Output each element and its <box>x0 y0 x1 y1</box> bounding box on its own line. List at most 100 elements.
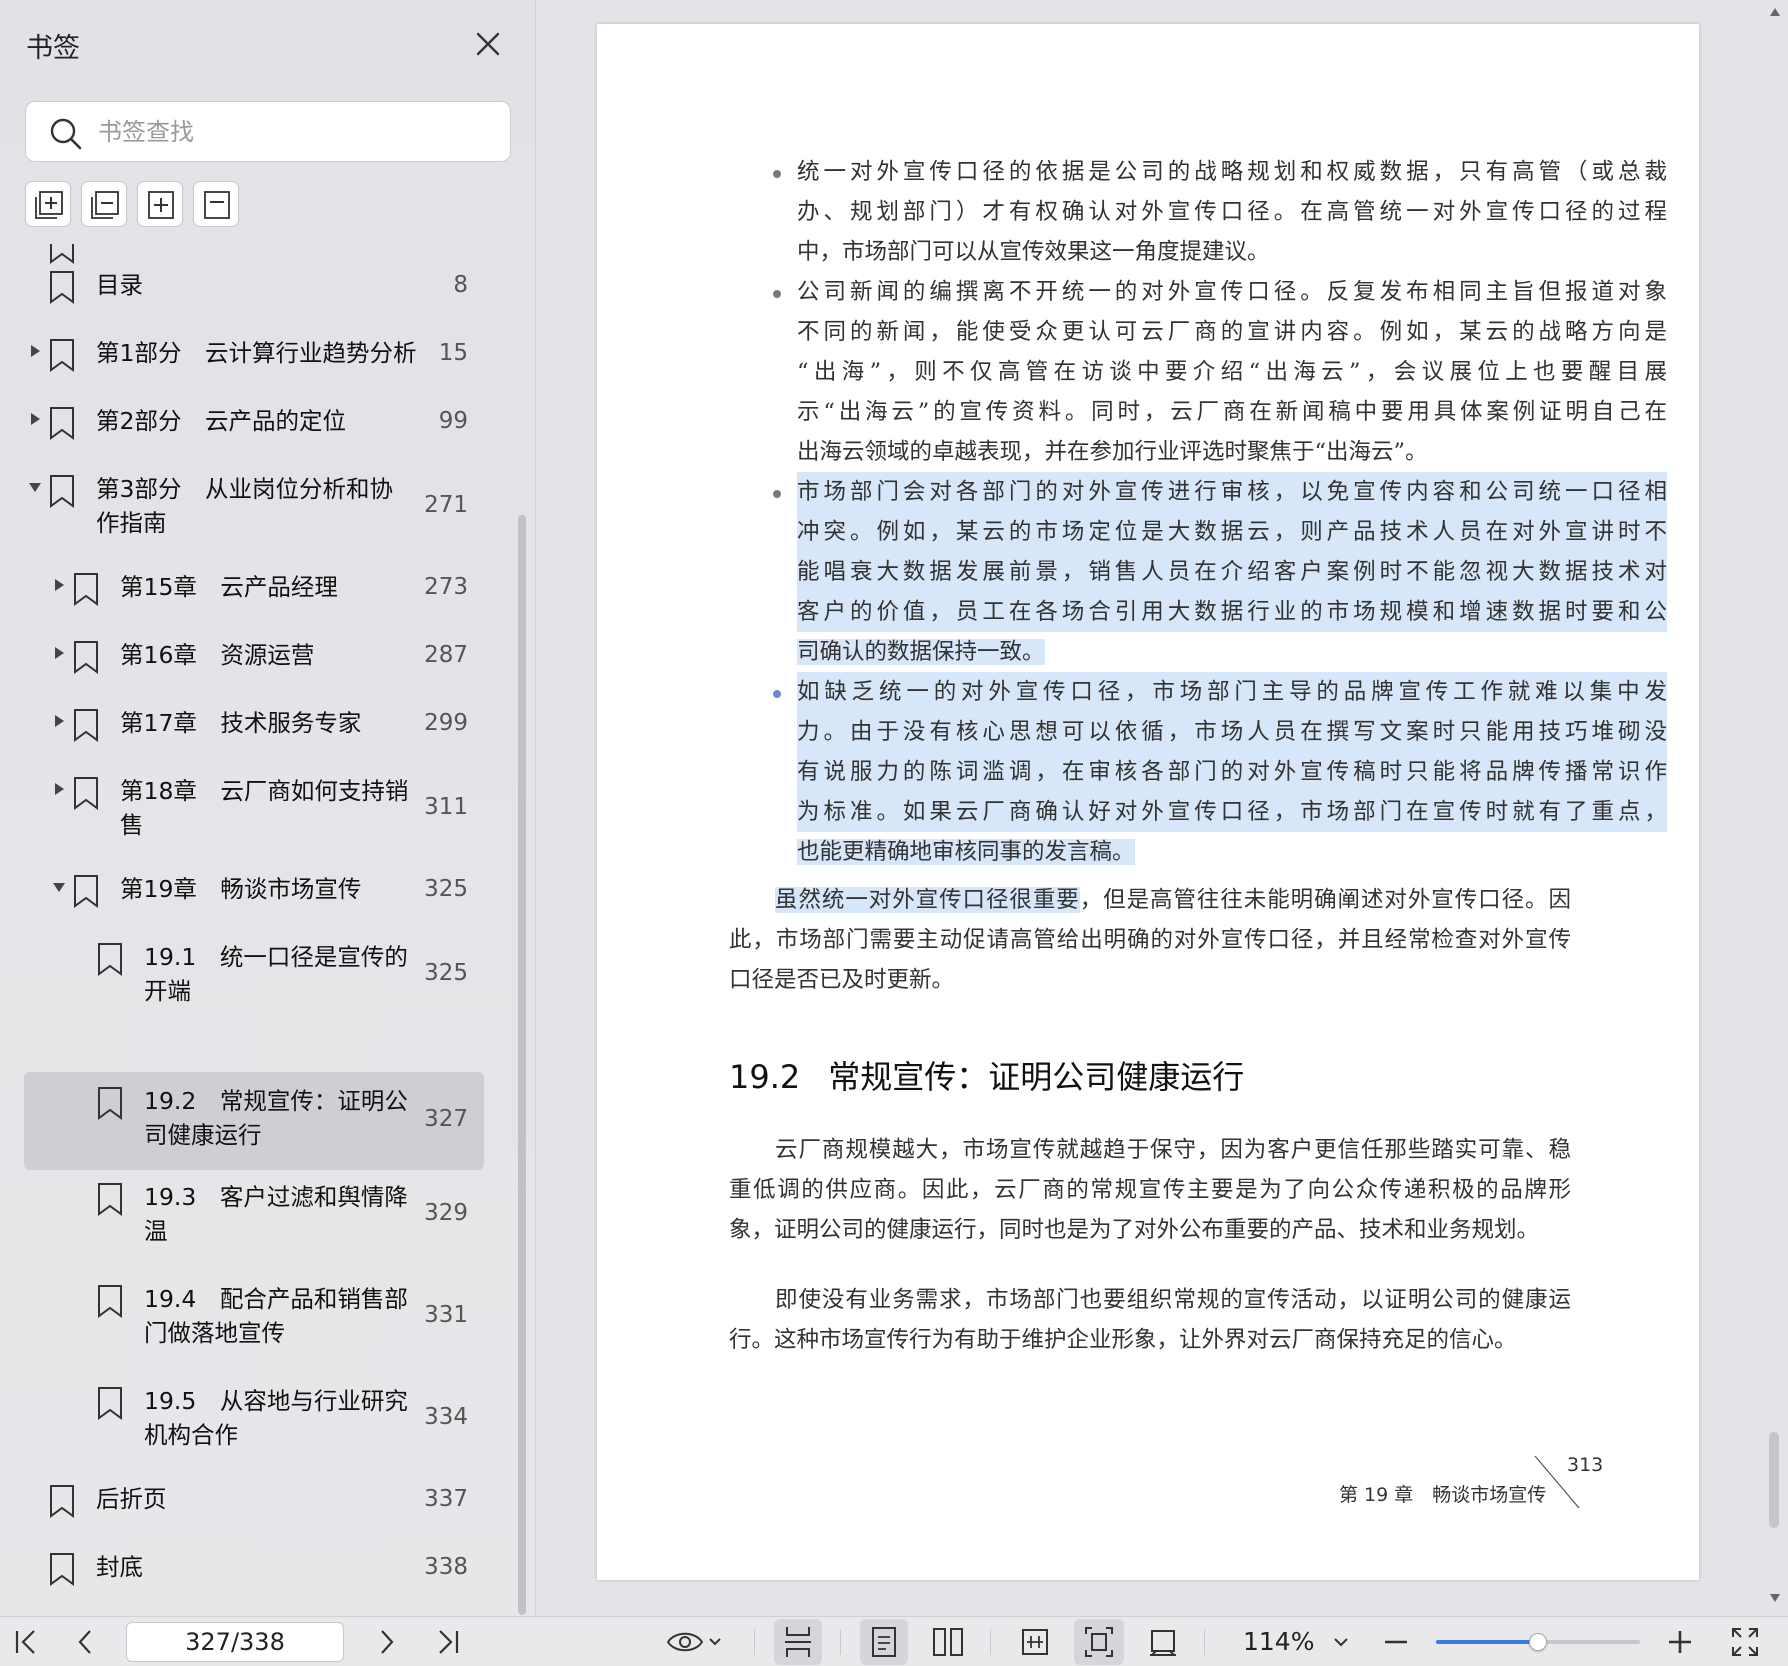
bookmark-icon <box>74 777 98 810</box>
collapse-all-icon[interactable] <box>81 181 127 227</box>
bookmark-search-box[interactable] <box>25 101 511 162</box>
view-mode-eye-icon[interactable] <box>666 1625 724 1659</box>
bullet-dot <box>773 290 781 298</box>
bookmark-icon <box>50 1485 74 1518</box>
bookmark-icon <box>50 475 74 508</box>
scroll-down-arrow-icon[interactable] <box>1769 1592 1781 1604</box>
bookmark-page: 334 <box>424 1404 468 1430</box>
bookmark-icon <box>98 943 122 976</box>
document-scrollbar[interactable] <box>1769 1432 1779 1528</box>
bookmark-label: 第16章 资源运营 <box>120 641 315 669</box>
zoom-slider[interactable] <box>1436 1633 1640 1651</box>
expand-arrow-icon[interactable] <box>28 344 42 358</box>
bookmark-page: 15 <box>438 340 468 366</box>
fullscreen-icon[interactable] <box>1730 1625 1760 1659</box>
body-paragraph: 即使没有业务需求，市场部门也要组织常规的宣传活动，以证明公司的健康运 行。这种市… <box>729 1287 1571 1353</box>
bullet-dot <box>773 690 781 698</box>
bookmark-item-19-4[interactable]: 19.4 配合产品和销售部 门做落地宣传 331 <box>24 1278 484 1358</box>
bullet-dot <box>773 170 781 178</box>
bookmark-item-hidden[interactable] <box>24 244 484 264</box>
bookmark-label: 目录 <box>96 271 143 299</box>
expand-arrow-icon[interactable] <box>52 578 66 592</box>
bookmark-sidebar: 书签 目录 8 <box>0 0 536 1616</box>
bookmark-item-toc[interactable]: 目录 8 <box>24 264 484 312</box>
bookmark-icon <box>74 573 98 606</box>
bookmark-page: 331 <box>424 1302 468 1328</box>
bookmark-item-back-flap[interactable]: 后折页 337 <box>24 1478 484 1526</box>
bookmark-page: 273 <box>424 574 468 600</box>
bookmark-item-ch19[interactable]: 第19章 畅谈市场宣传 325 <box>24 868 484 916</box>
bookmark-item-part1[interactable]: 第1部分 云计算行业趋势分析 15 <box>24 332 484 380</box>
bullet-item: 统一对外宣传口径的依据是公司的战略规划和权威数据，只有高管（或总裁 办、规划部门… <box>773 152 1667 272</box>
prev-page-icon[interactable] <box>72 1625 100 1659</box>
expand-arrow-icon[interactable] <box>28 412 42 426</box>
bookmark-label: 第17章 技术服务专家 <box>120 709 362 737</box>
continuous-scroll-icon[interactable] <box>774 1619 822 1665</box>
zoom-in-icon[interactable] <box>1666 1625 1694 1659</box>
zoom-level[interactable]: 114% <box>1243 1627 1314 1656</box>
bookmark-item-ch18[interactable]: 第18章 云厂商如何支持销售 311 <box>24 770 484 850</box>
bookmark-item-19-1[interactable]: 19.1 统一口径是宣传的 开端 325 <box>24 936 484 1016</box>
bookmark-label: 第19章 畅谈市场宣传 <box>120 875 362 903</box>
document-viewport: 统一对外宣传口径的依据是公司的战略规划和权威数据，只有高管（或总裁 办、规划部门… <box>537 0 1788 1616</box>
rotate-page-icon[interactable] <box>1148 1625 1178 1659</box>
bookmark-label: 19.4 配合产品和销售部 门做落地宣传 <box>144 1285 408 1347</box>
bookmark-item-ch16[interactable]: 第16章 资源运营 287 <box>24 634 484 682</box>
bookmark-page: 99 <box>438 408 468 434</box>
bookmark-search-input[interactable] <box>98 110 498 154</box>
zoom-slider-thumb[interactable] <box>1529 1633 1547 1651</box>
running-footer: 第 19 章 畅谈市场宣传 <box>1339 1484 1547 1506</box>
expand-arrow-icon[interactable] <box>52 646 66 660</box>
scroll-up-arrow-icon[interactable] <box>1769 6 1781 18</box>
bookmark-item-part2[interactable]: 第2部分 云产品的定位 99 <box>24 400 484 448</box>
close-icon[interactable] <box>470 26 506 62</box>
expand-all-icon[interactable] <box>25 181 71 227</box>
bookmark-label: 19.3 客户过滤和舆情降温 <box>144 1183 408 1245</box>
bookmark-item-19-2[interactable]: 19.2 常规宣传：证明公 司健康运行 327 <box>24 1072 484 1170</box>
zoom-dropdown-icon[interactable] <box>1332 1625 1350 1659</box>
two-page-icon[interactable] <box>932 1625 964 1659</box>
expand-arrow-icon[interactable] <box>52 714 66 728</box>
bookmark-icon <box>98 1387 122 1420</box>
last-page-icon[interactable] <box>434 1625 462 1659</box>
bookmark-page: 338 <box>424 1554 468 1580</box>
section-heading: 19.2 常规宣传：证明公司健康运行 <box>729 1058 1245 1096</box>
collapse-arrow-icon[interactable] <box>28 480 42 494</box>
bookmark-item-ch17[interactable]: 第17章 技术服务专家 299 <box>24 702 484 750</box>
bookmark-icon <box>98 1183 122 1216</box>
next-page-icon[interactable] <box>372 1625 400 1659</box>
zoom-out-icon[interactable] <box>1382 1625 1410 1659</box>
page-number-input[interactable] <box>126 1622 344 1662</box>
bookmark-page: 329 <box>424 1200 468 1226</box>
bookmark-item-back-cover[interactable]: 封底 338 <box>24 1546 484 1594</box>
body-paragraph: 云厂商规模越大，市场宣传就越趋于保守，因为客户更信任那些踏实可靠、稳 重低调的供… <box>729 1137 1571 1243</box>
bookmark-page: 299 <box>424 710 468 736</box>
collapse-arrow-icon[interactable] <box>52 880 66 894</box>
first-page-icon[interactable] <box>12 1625 40 1659</box>
bookmark-icon <box>74 875 98 908</box>
bookmark-item-part3[interactable]: 第3部分 从业岗位分析和协 作指南 271 <box>24 468 484 548</box>
bookmark-item-ch15[interactable]: 第15章 云产品经理 273 <box>24 566 484 614</box>
bottom-toolbar: 114% <box>0 1616 1788 1666</box>
bookmark-label: 第2部分 云产品的定位 <box>96 407 346 435</box>
bookmark-label: 19.2 常规宣传：证明公 司健康运行 <box>144 1087 408 1149</box>
single-page-icon[interactable] <box>860 1619 908 1665</box>
bookmark-current-icon[interactable] <box>193 181 239 227</box>
bookmark-icon <box>50 407 74 440</box>
sidebar-scrollbar[interactable] <box>518 515 526 1615</box>
bullet-item-selected: 市场部门会对各部门的对外宣传进行审核，以免宣传内容和公司统一口径相 冲突。例如，… <box>773 472 1667 672</box>
bookmark-page: 8 <box>453 272 468 298</box>
add-bookmark-icon[interactable] <box>137 181 183 227</box>
bookmark-item-19-5[interactable]: 19.5 从容地与行业研究 机构合作 334 <box>24 1380 484 1460</box>
bookmark-label: 19.1 统一口径是宣传的 开端 <box>144 943 408 1005</box>
bookmark-list: 目录 8 第1部分 云计算行业趋势分析 15 第2部分 云产品的定位 99 第3… <box>0 244 500 1616</box>
fit-page-icon[interactable] <box>1074 1619 1124 1665</box>
body-paragraph: 虽然统一对外宣传口径很重要，但是高管往往未能明确阐述对外宣传口径。因 此，市场部… <box>729 887 1571 993</box>
bookmark-page: 271 <box>424 492 468 518</box>
fit-width-icon[interactable] <box>1020 1625 1050 1659</box>
expand-arrow-icon[interactable] <box>52 782 66 796</box>
bookmark-item-19-3[interactable]: 19.3 客户过滤和舆情降温 329 <box>24 1176 484 1256</box>
bookmark-label: 后折页 <box>96 1485 167 1513</box>
bookmark-icon <box>50 271 74 304</box>
bookmark-page: 311 <box>424 794 468 820</box>
